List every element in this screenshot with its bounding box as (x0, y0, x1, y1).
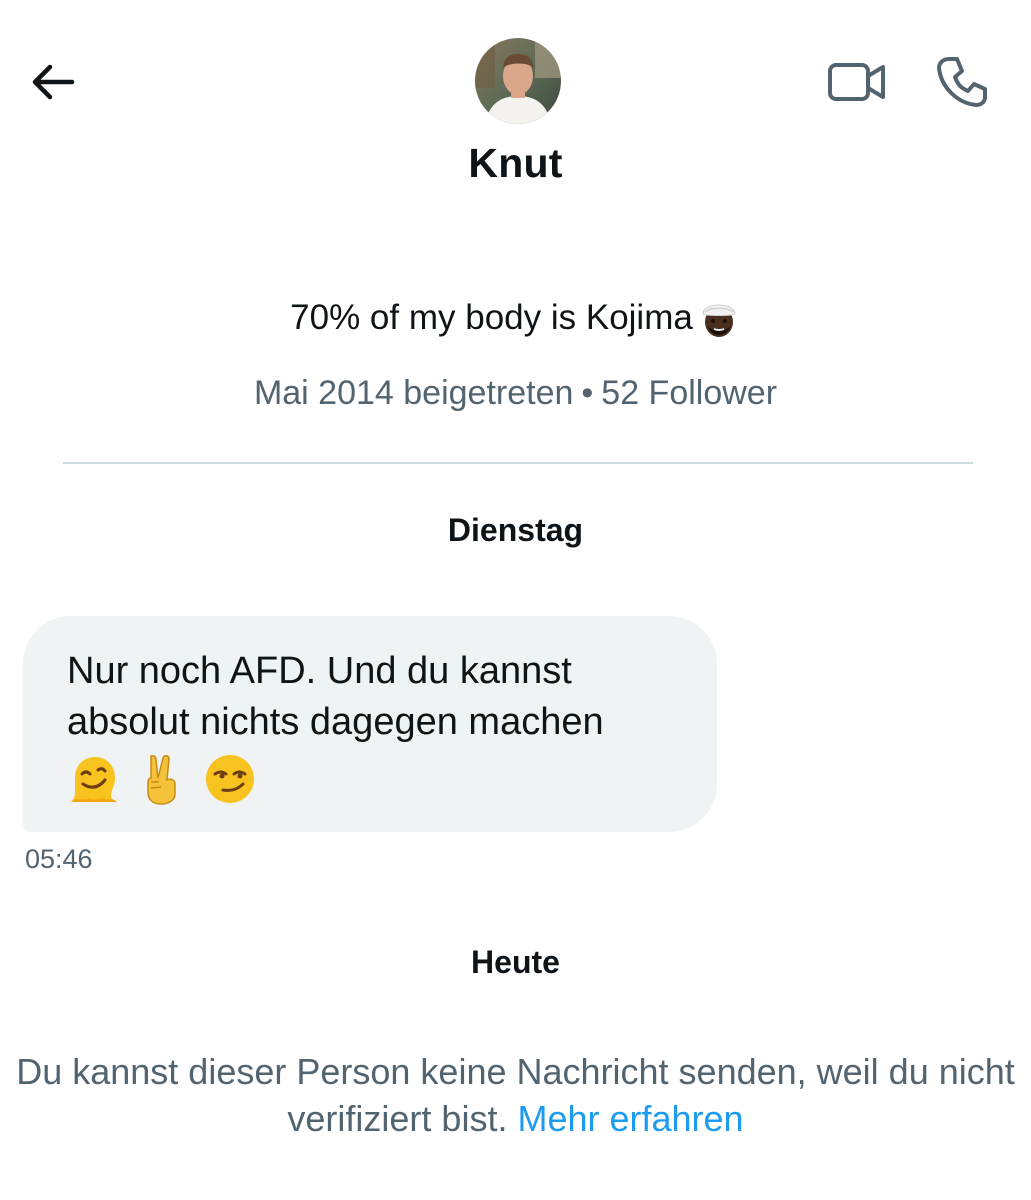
profile-name: Knut (468, 140, 563, 186)
phone-icon (937, 57, 987, 107)
avatar[interactable] (475, 38, 561, 124)
profile-meta: Mai 2014 beigetreten • 52 Follower (0, 374, 1031, 413)
man-with-turban-emoji (702, 304, 736, 337)
profile-bio: 70% of my body is Kojima (0, 296, 1031, 340)
video-call-button[interactable] (822, 52, 892, 112)
video-camera-icon (828, 63, 885, 101)
back-button[interactable] (22, 52, 82, 112)
learn-more-link[interactable]: Mehr erfahren (517, 1098, 743, 1139)
message-bubble[interactable]: Nur noch AFD. Und du kannst absolut nich… (23, 616, 717, 832)
follower-count[interactable]: 52 Follower (601, 374, 777, 412)
divider (63, 462, 973, 464)
day-separator: Dienstag (447, 512, 584, 548)
victory-hand-emoji (147, 755, 176, 805)
profile-photo (475, 38, 561, 124)
message-emoji-row (67, 752, 673, 806)
bio-text: 70% of my body is Kojima (290, 298, 693, 337)
smirking-face-emoji (206, 755, 254, 803)
message-text: Nur noch AFD. Und du kannst absolut nich… (67, 650, 604, 743)
notice-text: Du kannst dieser Person keine Nachricht … (16, 1051, 1015, 1139)
melting-face-emoji (71, 757, 117, 802)
dm-restriction-notice: Du kannst dieser Person keine Nachricht … (0, 1048, 1031, 1142)
joined-date: Mai 2014 beigetreten (253, 374, 574, 412)
day-separator: Heute (471, 944, 560, 980)
arrow-left-icon (32, 64, 75, 100)
voice-call-button[interactable] (930, 50, 994, 114)
message-timestamp: 05:46 (25, 844, 93, 874)
meta-separator: • (581, 374, 594, 412)
